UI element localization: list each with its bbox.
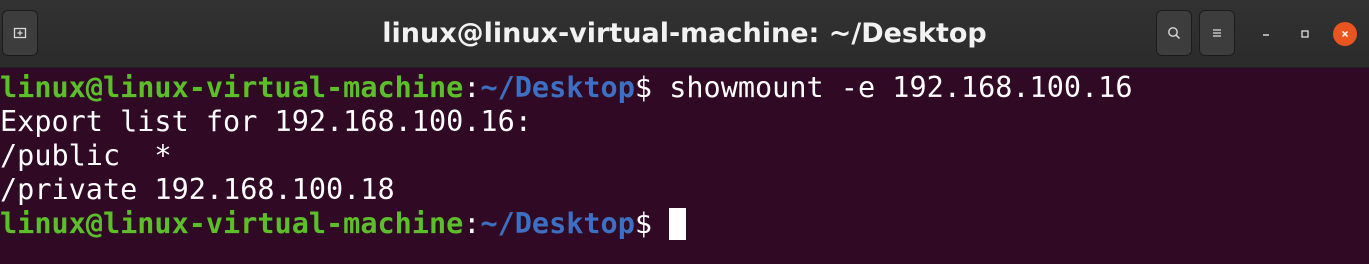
prompt-user-host: linux@linux-virtual-machine — [0, 71, 464, 104]
minimize-button[interactable] — [1254, 22, 1278, 46]
prompt-user-host: linux@linux-virtual-machine — [0, 207, 464, 240]
prompt-path: ~/Desktop — [480, 71, 635, 104]
terminal-output[interactable]: linux@linux-virtual-machine:~/Desktop$ s… — [0, 68, 1369, 264]
close-icon — [1341, 30, 1349, 38]
maximize-button[interactable] — [1293, 22, 1317, 46]
title-bar[interactable]: linux@linux-virtual-machine: ~/Desktop — [0, 0, 1369, 68]
terminal-line-output: /public * — [0, 139, 172, 172]
terminal-line-prompt: linux@linux-virtual-machine:~/Desktop$ — [0, 207, 687, 241]
prompt-separator: : — [463, 207, 481, 240]
search-icon — [1168, 27, 1181, 40]
close-button[interactable] — [1333, 22, 1357, 46]
menu-button[interactable] — [1199, 10, 1235, 56]
terminal-line-command: linux@linux-virtual-machine:~/Desktop$ s… — [0, 71, 1133, 105]
prompt-separator: : — [463, 71, 481, 104]
terminal-window: linux@linux-virtual-machine: ~/Desktop l… — [0, 0, 1369, 264]
prompt-symbol: $ — [634, 207, 653, 240]
hamburger-menu-icon — [1213, 29, 1221, 37]
minimize-icon — [1263, 34, 1269, 36]
search-button[interactable] — [1156, 10, 1192, 56]
text-cursor — [669, 208, 687, 240]
prompt-symbol: $ — [634, 71, 653, 104]
maximize-icon — [1301, 30, 1309, 38]
terminal-line-output: Export list for 192.168.100.16: — [0, 105, 532, 138]
terminal-line-output: /private 192.168.100.18 — [0, 173, 395, 206]
command-text: showmount -e 192.168.100.16 — [652, 71, 1133, 104]
prompt-path: ~/Desktop — [480, 207, 635, 240]
